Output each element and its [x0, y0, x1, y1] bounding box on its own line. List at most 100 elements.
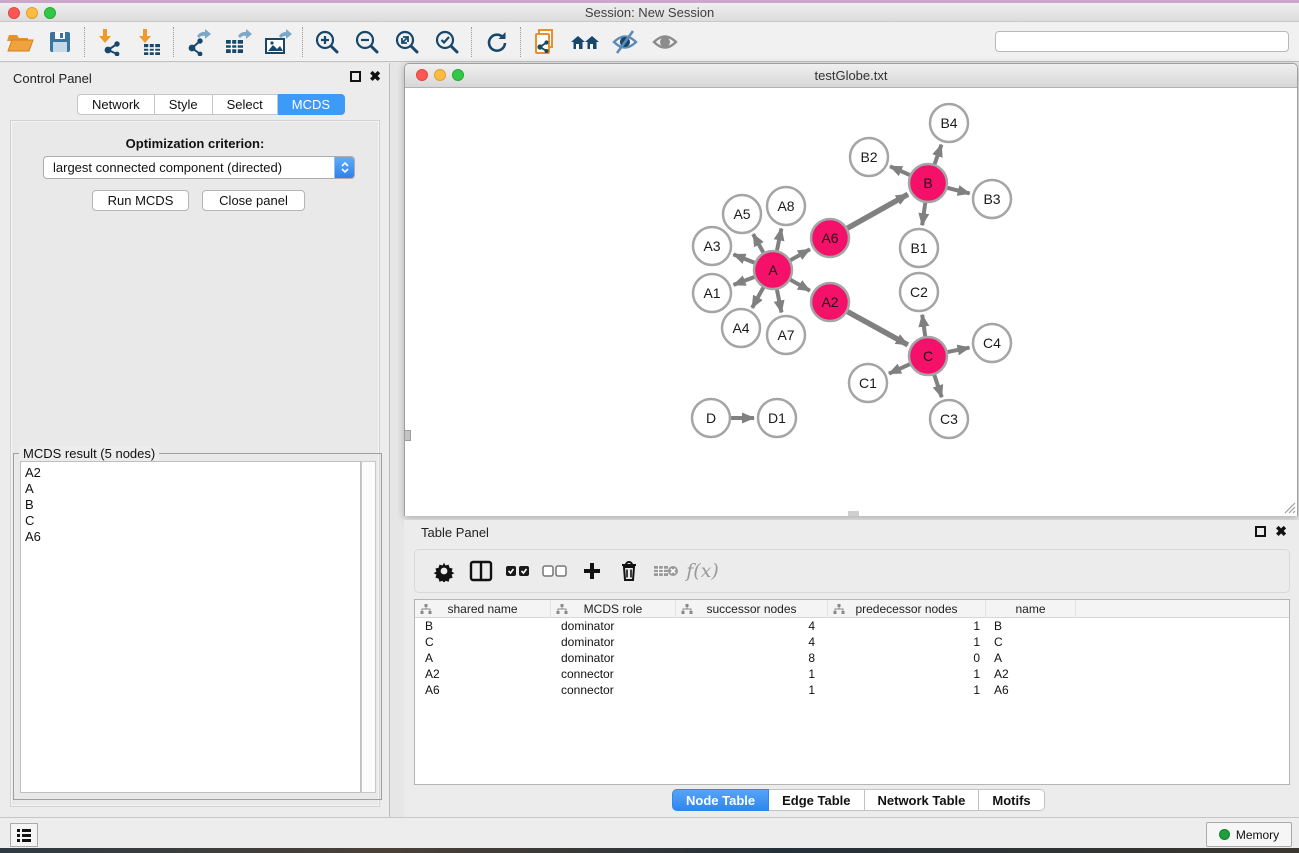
export-network-icon[interactable]: [178, 25, 218, 59]
table-cell[interactable]: 8: [676, 650, 828, 666]
table-row[interactable]: A2connector11A2: [415, 666, 1289, 682]
delete-table-icon[interactable]: [647, 554, 684, 588]
table-cell[interactable]: 4: [676, 634, 828, 650]
table-cell[interactable]: A6: [986, 682, 1076, 698]
import-network-icon[interactable]: [89, 25, 129, 59]
memory-status-icon: [1219, 829, 1230, 840]
delete-row-icon[interactable]: [610, 554, 647, 588]
tab-network-table[interactable]: Network Table: [865, 789, 980, 811]
close-panel-icon[interactable]: ✖: [1275, 526, 1287, 537]
toolbar-separator: [84, 27, 85, 57]
table-cell[interactable]: A2: [415, 666, 551, 682]
float-panel-icon[interactable]: [1255, 526, 1266, 537]
table-cell[interactable]: 1: [828, 682, 986, 698]
table-row[interactable]: A6connector11A6: [415, 682, 1289, 698]
scrollbar-handle[interactable]: [848, 511, 859, 516]
tab-node-table[interactable]: Node Table: [672, 789, 769, 811]
select-all-icon[interactable]: [499, 554, 536, 588]
network-canvas[interactable]: B4B2BB3A8A5A6A3B1AA1C2A2A4A7C4CC1DD1C3: [405, 88, 1297, 516]
search-input[interactable]: [995, 31, 1289, 52]
table-cell[interactable]: dominator: [551, 650, 676, 666]
resize-grip-icon[interactable]: [1282, 500, 1296, 514]
table-cell[interactable]: A2: [986, 666, 1076, 682]
table-cell[interactable]: connector: [551, 682, 676, 698]
app-titlebar[interactable]: Session: New Session: [0, 3, 1299, 22]
zoom-in-icon[interactable]: [307, 25, 347, 59]
table-row[interactable]: Cdominator41C: [415, 634, 1289, 650]
deselect-all-icon[interactable]: [536, 554, 573, 588]
tab-select[interactable]: Select: [213, 94, 278, 115]
table-cell[interactable]: dominator: [551, 634, 676, 650]
table-cell[interactable]: A6: [415, 682, 551, 698]
table-type-tabs: Node Table Edge Table Network Table Moti…: [672, 789, 1045, 811]
float-panel-icon[interactable]: [350, 71, 361, 82]
table-cell[interactable]: dominator: [551, 618, 676, 634]
task-history-button[interactable]: [10, 823, 38, 847]
show-all-icon[interactable]: [645, 25, 685, 59]
table-cell[interactable]: C: [986, 634, 1076, 650]
table-cell[interactable]: connector: [551, 666, 676, 682]
tab-style[interactable]: Style: [155, 94, 213, 115]
save-session-icon[interactable]: [40, 25, 80, 59]
table-cell[interactable]: A: [415, 650, 551, 666]
table-cell[interactable]: 0: [828, 650, 986, 666]
export-table-icon[interactable]: [218, 25, 258, 59]
mcds-result-item[interactable]: A2: [25, 465, 360, 481]
table-row[interactable]: Adominator80A: [415, 650, 1289, 666]
network-window-title: testGlobe.txt: [405, 68, 1297, 83]
mcds-result-scrollbar[interactable]: [361, 461, 376, 793]
close-panel-button[interactable]: Close panel: [202, 190, 305, 211]
close-panel-icon[interactable]: ✖: [369, 71, 381, 82]
column-header-successor-nodes[interactable]: successor nodes: [676, 600, 828, 618]
tab-mcds[interactable]: MCDS: [278, 94, 345, 115]
column-header-shared-name[interactable]: shared name: [415, 600, 551, 618]
table-cell[interactable]: 1: [828, 618, 986, 634]
status-bar: Memory: [0, 817, 1299, 848]
column-header-mcds-role[interactable]: MCDS role: [551, 600, 676, 618]
table-cell[interactable]: 1: [828, 666, 986, 682]
table-header-row: shared name MCDS role successor nodes pr…: [415, 600, 1289, 618]
table-cell[interactable]: 1: [676, 682, 828, 698]
tab-edge-table[interactable]: Edge Table: [769, 789, 864, 811]
table-cell[interactable]: 1: [676, 666, 828, 682]
open-session-icon[interactable]: [0, 25, 40, 59]
show-columns-icon[interactable]: [462, 554, 499, 588]
control-panel: Control Panel ✖ Network Style Select MCD…: [0, 63, 390, 817]
function-builder-icon[interactable]: f(x): [684, 554, 721, 588]
table-cell[interactable]: A: [986, 650, 1076, 666]
import-table-icon[interactable]: [129, 25, 169, 59]
table-cell[interactable]: B: [986, 618, 1076, 634]
zoom-out-icon[interactable]: [347, 25, 387, 59]
tab-network[interactable]: Network: [77, 94, 155, 115]
table-cell[interactable]: B: [415, 618, 551, 634]
mcds-result-item[interactable]: B: [25, 497, 360, 513]
network-window-titlebar[interactable]: testGlobe.txt: [405, 64, 1297, 88]
network-graph[interactable]: B4B2BB3A8A5A6A3B1AA1C2A2A4A7C4CC1DD1C3: [405, 88, 1297, 516]
refresh-view-icon[interactable]: [476, 25, 516, 59]
control-panel-tabs: Network Style Select MCDS: [77, 94, 345, 115]
table-cell[interactable]: 4: [676, 618, 828, 634]
table-cell[interactable]: C: [415, 634, 551, 650]
export-image-icon[interactable]: [258, 25, 298, 59]
new-network-from-selection-icon[interactable]: [525, 25, 565, 59]
run-mcds-button[interactable]: Run MCDS: [92, 190, 189, 211]
column-header-predecessor-nodes[interactable]: predecessor nodes: [828, 600, 986, 618]
zoom-fit-icon[interactable]: [387, 25, 427, 59]
desktop-background: [0, 848, 1299, 853]
mcds-result-list[interactable]: A2ABCA6: [20, 461, 361, 793]
memory-button[interactable]: Memory: [1206, 822, 1292, 847]
reset-layout-icon[interactable]: [565, 25, 605, 59]
table-cell[interactable]: 1: [828, 634, 986, 650]
table-row[interactable]: Bdominator41B: [415, 618, 1289, 634]
mcds-result-item[interactable]: A6: [25, 529, 360, 545]
mcds-result-item[interactable]: A: [25, 481, 360, 497]
hide-selected-icon[interactable]: [605, 25, 645, 59]
mcds-result-item[interactable]: C: [25, 513, 360, 529]
scrollbar-handle[interactable]: [404, 430, 411, 441]
table-settings-icon[interactable]: [425, 554, 462, 588]
tab-motifs[interactable]: Motifs: [979, 789, 1044, 811]
zoom-selected-icon[interactable]: [427, 25, 467, 59]
column-header-name[interactable]: name: [986, 600, 1076, 618]
optimization-criterion-select[interactable]: largest connected component (directed): [43, 156, 355, 179]
add-row-icon[interactable]: [573, 554, 610, 588]
